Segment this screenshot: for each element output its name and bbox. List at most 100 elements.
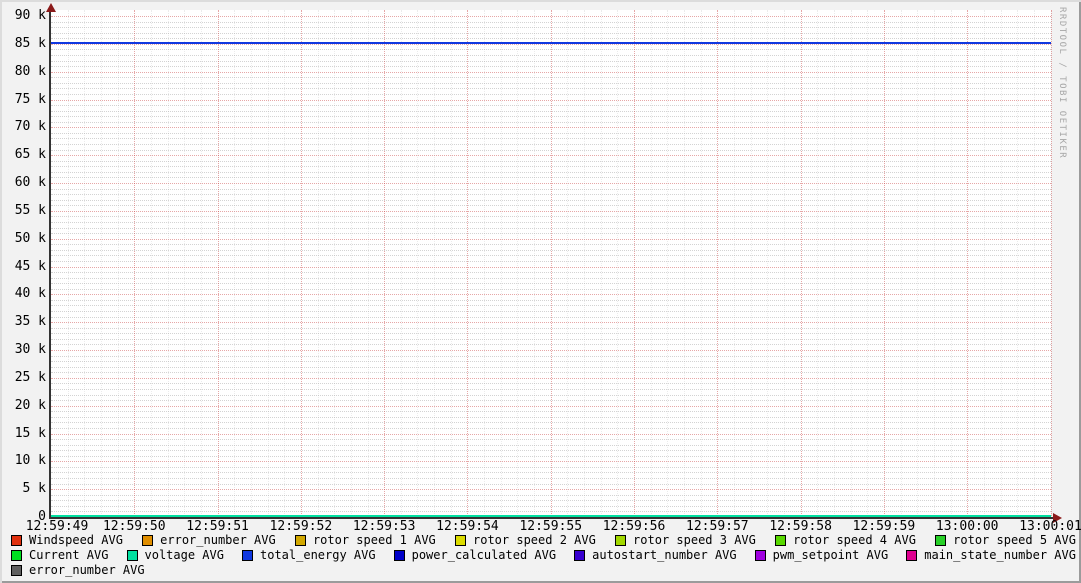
legend-row: error_number AVG — [11, 563, 1076, 577]
gridline-minor-h — [51, 144, 1051, 146]
gridline-minor-v — [684, 10, 686, 518]
gridline-minor-v — [667, 10, 669, 518]
legend-swatch — [11, 549, 22, 561]
legend-item: total_energy AVG — [242, 548, 376, 562]
x-axis-label: 12:59:50 — [102, 519, 166, 534]
gridline-minor-v — [650, 10, 652, 518]
legend-label: pwm_setpoint AVG — [772, 548, 889, 562]
gridline-minor-v — [100, 10, 102, 518]
legend-label: Windspeed AVG — [29, 533, 123, 547]
legend-swatch — [574, 549, 586, 561]
gridline-minor-h — [51, 49, 1051, 51]
gridline-minor-v — [484, 10, 486, 518]
gridline-minor-v — [67, 10, 69, 518]
gridline-minor-v — [534, 10, 536, 518]
gridline-minor-h — [51, 54, 1051, 56]
gridline-major-h — [51, 294, 1051, 296]
gridline-minor-h — [51, 444, 1051, 446]
gridline-minor-v — [600, 10, 602, 518]
y-axis-label: 5 k — [22, 481, 46, 497]
gridline-minor-v — [84, 10, 86, 518]
gridline-minor-h — [51, 249, 1051, 251]
gridline-minor-h — [51, 221, 1051, 223]
gridline-minor-v — [567, 10, 569, 518]
y-axis-line — [49, 8, 51, 519]
legend-label: rotor speed 5 AVG — [953, 533, 1076, 547]
y-axis-label: 60 k — [14, 175, 46, 190]
gridline-major-v — [634, 10, 636, 518]
x-axis-label: 12:59:54 — [436, 519, 499, 534]
gridline-minor-h — [51, 216, 1051, 218]
gridline-major-h — [51, 183, 1051, 184]
gridline-minor-v — [400, 10, 402, 518]
gridline-minor-h — [51, 260, 1051, 262]
gridline-minor-h — [51, 333, 1051, 335]
gridline-major-h — [51, 127, 1051, 129]
legend-item: error_number AVG — [142, 533, 276, 547]
x-axis-label: 12:59:52 — [269, 519, 333, 534]
y-axis-label: 45 k — [14, 258, 46, 274]
legend-label: power_calculated AVG — [411, 548, 557, 562]
gridline-minor-v — [900, 10, 902, 518]
legend-swatch — [754, 549, 766, 561]
gridline-minor-h — [51, 439, 1051, 441]
gridline-minor-v — [350, 10, 352, 518]
gridline-minor-h — [51, 160, 1051, 162]
gridline-minor-v — [584, 10, 586, 518]
gridline-minor-h — [51, 311, 1051, 313]
gridline-minor-v — [700, 10, 702, 518]
gridline-major-h — [51, 238, 1051, 240]
gridline-minor-h — [51, 388, 1051, 390]
y-axis-label: 85 k — [14, 35, 46, 51]
gridline-minor-h — [51, 27, 1051, 29]
gridline-minor-h — [51, 194, 1051, 196]
gridline-major-h — [51, 266, 1051, 268]
legend-item: rotor speed 4 AVG — [775, 533, 916, 547]
plot-area — [51, 10, 1052, 518]
legend-item: rotor speed 3 AVG — [615, 533, 756, 547]
gridline-minor-v — [500, 10, 502, 518]
legend-item: power_calculated AVG — [393, 548, 557, 562]
gridline-minor-h — [51, 205, 1051, 207]
y-axis-label: 35 k — [14, 314, 46, 330]
gridline-minor-v — [983, 10, 985, 518]
legend-swatch — [455, 534, 466, 546]
gridline-minor-h — [51, 60, 1051, 62]
gridline-minor-h — [51, 411, 1051, 413]
gridline-minor-v — [517, 10, 519, 518]
gridline-minor-v — [234, 10, 236, 518]
gridline-major-v — [883, 10, 885, 518]
legend-swatch — [775, 534, 787, 546]
x-axis-label: 12:59:55 — [519, 519, 583, 534]
gridline-major-h — [51, 155, 1051, 157]
rrdtool-watermark: RRDTOOL / TOBI OETIKER — [1057, 7, 1067, 160]
gridline-minor-h — [51, 338, 1051, 340]
legend-item: voltage AVG — [126, 548, 224, 562]
gridline-minor-h — [51, 400, 1051, 402]
gridline-minor-h — [51, 316, 1051, 318]
gridline-minor-v — [167, 10, 169, 518]
legend-swatch — [142, 534, 154, 546]
legend-swatch — [242, 549, 253, 561]
gridline-minor-v — [1017, 10, 1019, 518]
legend-label: autostart_number AVG — [592, 548, 737, 562]
gridline-minor-h — [51, 66, 1051, 68]
legend-item: main_state_number AVG — [906, 548, 1076, 562]
legend-item: rotor speed 1 AVG — [294, 533, 436, 547]
gridline-minor-v — [617, 10, 619, 518]
x-axis-label: 12:59:57 — [686, 519, 749, 534]
gridline-minor-h — [51, 361, 1051, 363]
gridline-minor-h — [51, 88, 1051, 90]
gridline-minor-h — [51, 105, 1051, 107]
gridline-minor-v — [334, 10, 336, 518]
gridline-minor-h — [51, 372, 1051, 374]
legend-swatch — [393, 549, 405, 561]
legend-item: pwm_setpoint AVG — [754, 548, 889, 562]
gridline-minor-h — [51, 272, 1051, 274]
y-axis-arrow-icon — [46, 3, 56, 12]
gridline-major-h — [51, 71, 1051, 73]
legend-label: error_number AVG — [160, 533, 276, 547]
y-axis-label: 15 k — [14, 425, 46, 441]
gridline-minor-v — [184, 10, 186, 518]
gridline-major-h — [51, 16, 1051, 17]
